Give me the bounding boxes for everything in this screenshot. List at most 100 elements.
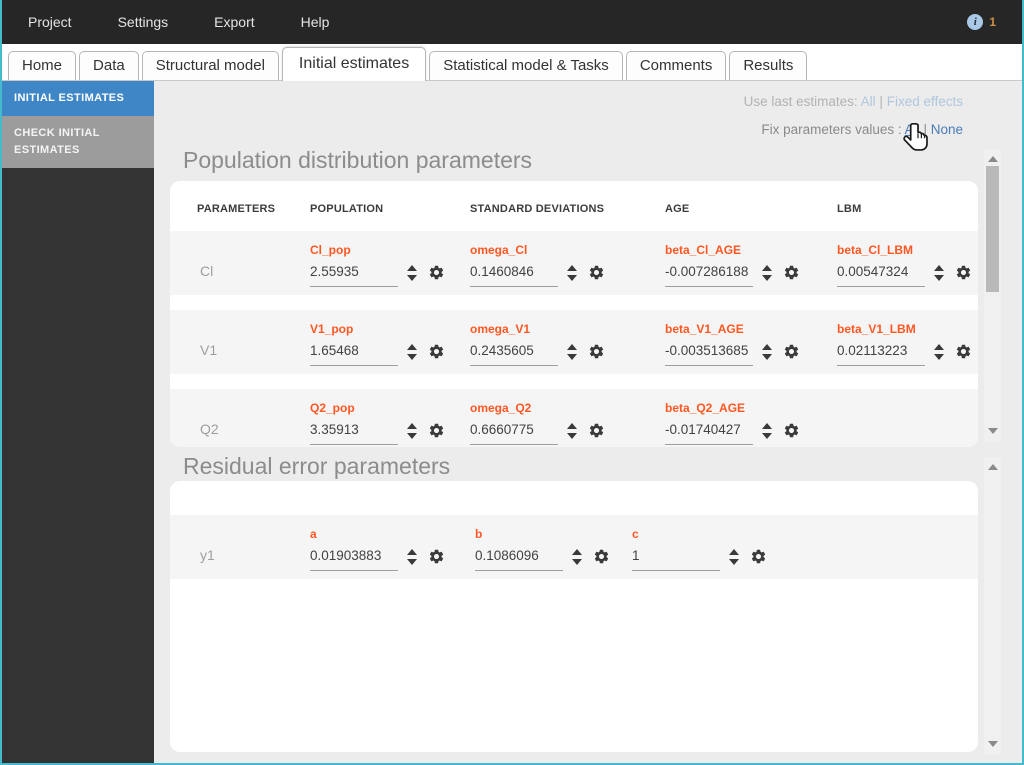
gear-icon[interactable] — [588, 343, 605, 360]
scroll-up-icon[interactable] — [988, 464, 998, 470]
stepper[interactable] — [407, 423, 417, 439]
menu-help[interactable]: Help — [301, 14, 330, 30]
use-last-all-link[interactable]: All — [861, 94, 876, 109]
param-value-input[interactable] — [470, 264, 558, 287]
stepper[interactable] — [934, 265, 944, 281]
population-scrollbar[interactable] — [984, 149, 1001, 442]
stepper[interactable] — [572, 549, 582, 565]
info-icon[interactable]: i — [967, 14, 983, 30]
stepper-down-icon[interactable] — [762, 354, 772, 360]
fix-none-link[interactable]: None — [931, 122, 963, 137]
gear-icon[interactable] — [783, 264, 800, 281]
stepper-down-icon[interactable] — [762, 433, 772, 439]
gear-icon[interactable] — [588, 422, 605, 439]
stepper-down-icon[interactable] — [572, 559, 582, 565]
stepper-down-icon[interactable] — [407, 354, 417, 360]
stepper-down-icon[interactable] — [934, 354, 944, 360]
stepper[interactable] — [762, 344, 772, 360]
menu-project[interactable]: Project — [28, 14, 72, 30]
sidebar-item-check-initial-estimates[interactable]: CHECK INITIAL ESTIMATES — [2, 116, 154, 168]
menu-export[interactable]: Export — [214, 14, 254, 30]
stepper[interactable] — [762, 265, 772, 281]
gear-icon[interactable] — [428, 422, 445, 439]
gear-icon[interactable] — [783, 422, 800, 439]
param-label: b — [475, 527, 632, 541]
stepper-down-icon[interactable] — [729, 559, 739, 565]
tab-initial-estimates[interactable]: Initial estimates — [282, 47, 426, 81]
stepper-up-icon[interactable] — [567, 265, 577, 271]
param-value-input[interactable] — [475, 548, 563, 571]
gear-icon[interactable] — [955, 343, 972, 360]
param-value-input[interactable] — [665, 343, 753, 366]
sidebar-item-initial-estimates[interactable]: INITIAL ESTIMATES — [2, 81, 154, 116]
stepper[interactable] — [762, 423, 772, 439]
tab-results[interactable]: Results — [729, 51, 807, 80]
stepper[interactable] — [729, 549, 739, 565]
stepper-up-icon[interactable] — [407, 423, 417, 429]
stepper-up-icon[interactable] — [762, 423, 772, 429]
stepper-up-icon[interactable] — [407, 549, 417, 555]
stepper-up-icon[interactable] — [762, 344, 772, 350]
param-value-input[interactable] — [310, 264, 398, 287]
stepper[interactable] — [567, 423, 577, 439]
stepper-down-icon[interactable] — [762, 275, 772, 281]
residual-scrollbar[interactable] — [984, 457, 1001, 755]
param-value-input[interactable] — [310, 343, 398, 366]
stepper-up-icon[interactable] — [934, 265, 944, 271]
tab-data[interactable]: Data — [79, 51, 139, 80]
scroll-up-icon[interactable] — [988, 156, 998, 162]
stepper-up-icon[interactable] — [934, 344, 944, 350]
tab-structural-model[interactable]: Structural model — [142, 51, 279, 80]
gear-icon[interactable] — [750, 548, 767, 565]
use-last-fixed-effects-link[interactable]: Fixed effects — [887, 94, 963, 109]
stepper-down-icon[interactable] — [567, 275, 577, 281]
param-value-input[interactable] — [665, 422, 753, 445]
stepper-up-icon[interactable] — [567, 423, 577, 429]
tab-comments[interactable]: Comments — [626, 51, 727, 80]
stepper-down-icon[interactable] — [934, 275, 944, 281]
param-value-input[interactable] — [837, 343, 925, 366]
stepper-down-icon[interactable] — [407, 433, 417, 439]
gear-icon[interactable] — [428, 264, 445, 281]
scrollbar-thumb[interactable] — [986, 166, 999, 292]
stepper[interactable] — [567, 265, 577, 281]
fix-all-link[interactable]: All — [905, 122, 920, 137]
param-value-input[interactable] — [310, 548, 398, 571]
gear-icon[interactable] — [428, 548, 445, 565]
tab-statistical-model-tasks[interactable]: Statistical model & Tasks — [429, 51, 623, 80]
stepper-up-icon[interactable] — [407, 344, 417, 350]
stepper-down-icon[interactable] — [567, 354, 577, 360]
param-label: Cl_pop — [310, 243, 470, 257]
stepper-up-icon[interactable] — [572, 549, 582, 555]
gear-icon[interactable] — [783, 343, 800, 360]
menu-settings[interactable]: Settings — [118, 14, 169, 30]
stepper-up-icon[interactable] — [729, 549, 739, 555]
gear-icon[interactable] — [593, 548, 610, 565]
stepper-down-icon[interactable] — [407, 275, 417, 281]
stepper[interactable] — [407, 344, 417, 360]
stepper[interactable] — [934, 344, 944, 360]
stepper[interactable] — [407, 265, 417, 281]
gear-icon[interactable] — [955, 264, 972, 281]
menu-bar: Project Settings Export Help i 1 — [2, 0, 1022, 44]
param-value-input[interactable] — [837, 264, 925, 287]
stepper[interactable] — [567, 344, 577, 360]
tab-home[interactable]: Home — [8, 51, 76, 80]
gear-icon[interactable] — [428, 343, 445, 360]
param-value-input[interactable] — [470, 343, 558, 366]
separator: | — [923, 122, 927, 137]
param-value-input[interactable] — [665, 264, 753, 287]
gear-icon[interactable] — [588, 264, 605, 281]
stepper-down-icon[interactable] — [567, 433, 577, 439]
scroll-down-icon[interactable] — [988, 741, 998, 747]
stepper-up-icon[interactable] — [762, 265, 772, 271]
param-value-input[interactable] — [470, 422, 558, 445]
param-value-input[interactable] — [310, 422, 398, 445]
scroll-down-icon[interactable] — [988, 428, 998, 434]
stepper[interactable] — [407, 549, 417, 565]
stepper-down-icon[interactable] — [407, 559, 417, 565]
stepper-up-icon[interactable] — [567, 344, 577, 350]
population-table-header: PARAMETERS POPULATION STANDARD DEVIATION… — [170, 181, 978, 231]
stepper-up-icon[interactable] — [407, 265, 417, 271]
param-value-input[interactable] — [632, 548, 720, 571]
